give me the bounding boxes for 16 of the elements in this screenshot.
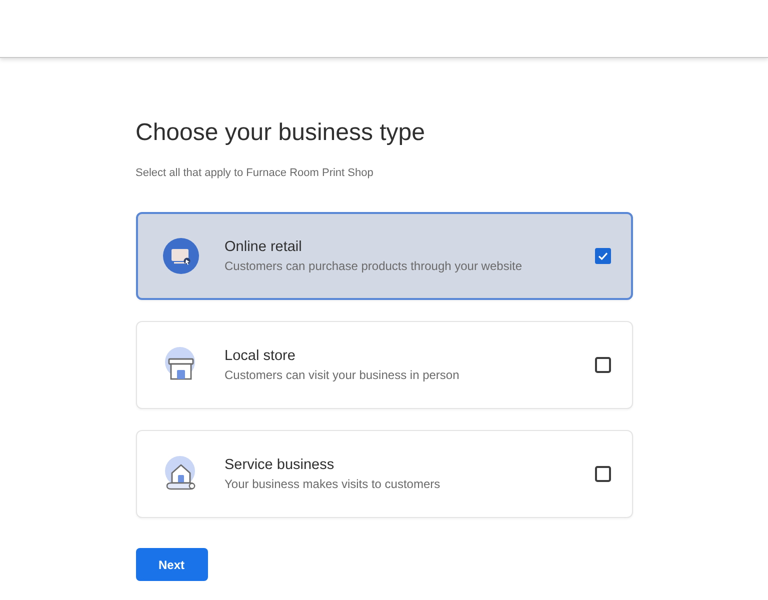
option-card[interactable]: Service business Your business makes visits to customers (136, 430, 632, 518)
option-description: Customers can visit your business in person (224, 368, 460, 383)
checkbox[interactable] (594, 357, 610, 373)
option-description: Customers can purchase products through your website (224, 259, 522, 274)
checkbox[interactable] (594, 466, 610, 482)
checkbox[interactable] (594, 248, 610, 264)
option-title: Service business (224, 456, 334, 474)
option-title: Online retail (224, 238, 302, 256)
monitor-icon (162, 238, 198, 274)
option-title: Local store (224, 347, 296, 365)
next-button[interactable]: Next (136, 548, 208, 581)
option-description: Your business makes visits to customers (224, 477, 440, 492)
option-card[interactable]: Online retail Customers can purchase products through your website (136, 212, 632, 300)
page-subtitle: Select all that apply to Furnace Room Print Shop (136, 166, 374, 180)
option-card[interactable]: Local store Customers can visit your business in person (136, 321, 632, 409)
page-title: Choose your business type (136, 118, 425, 148)
